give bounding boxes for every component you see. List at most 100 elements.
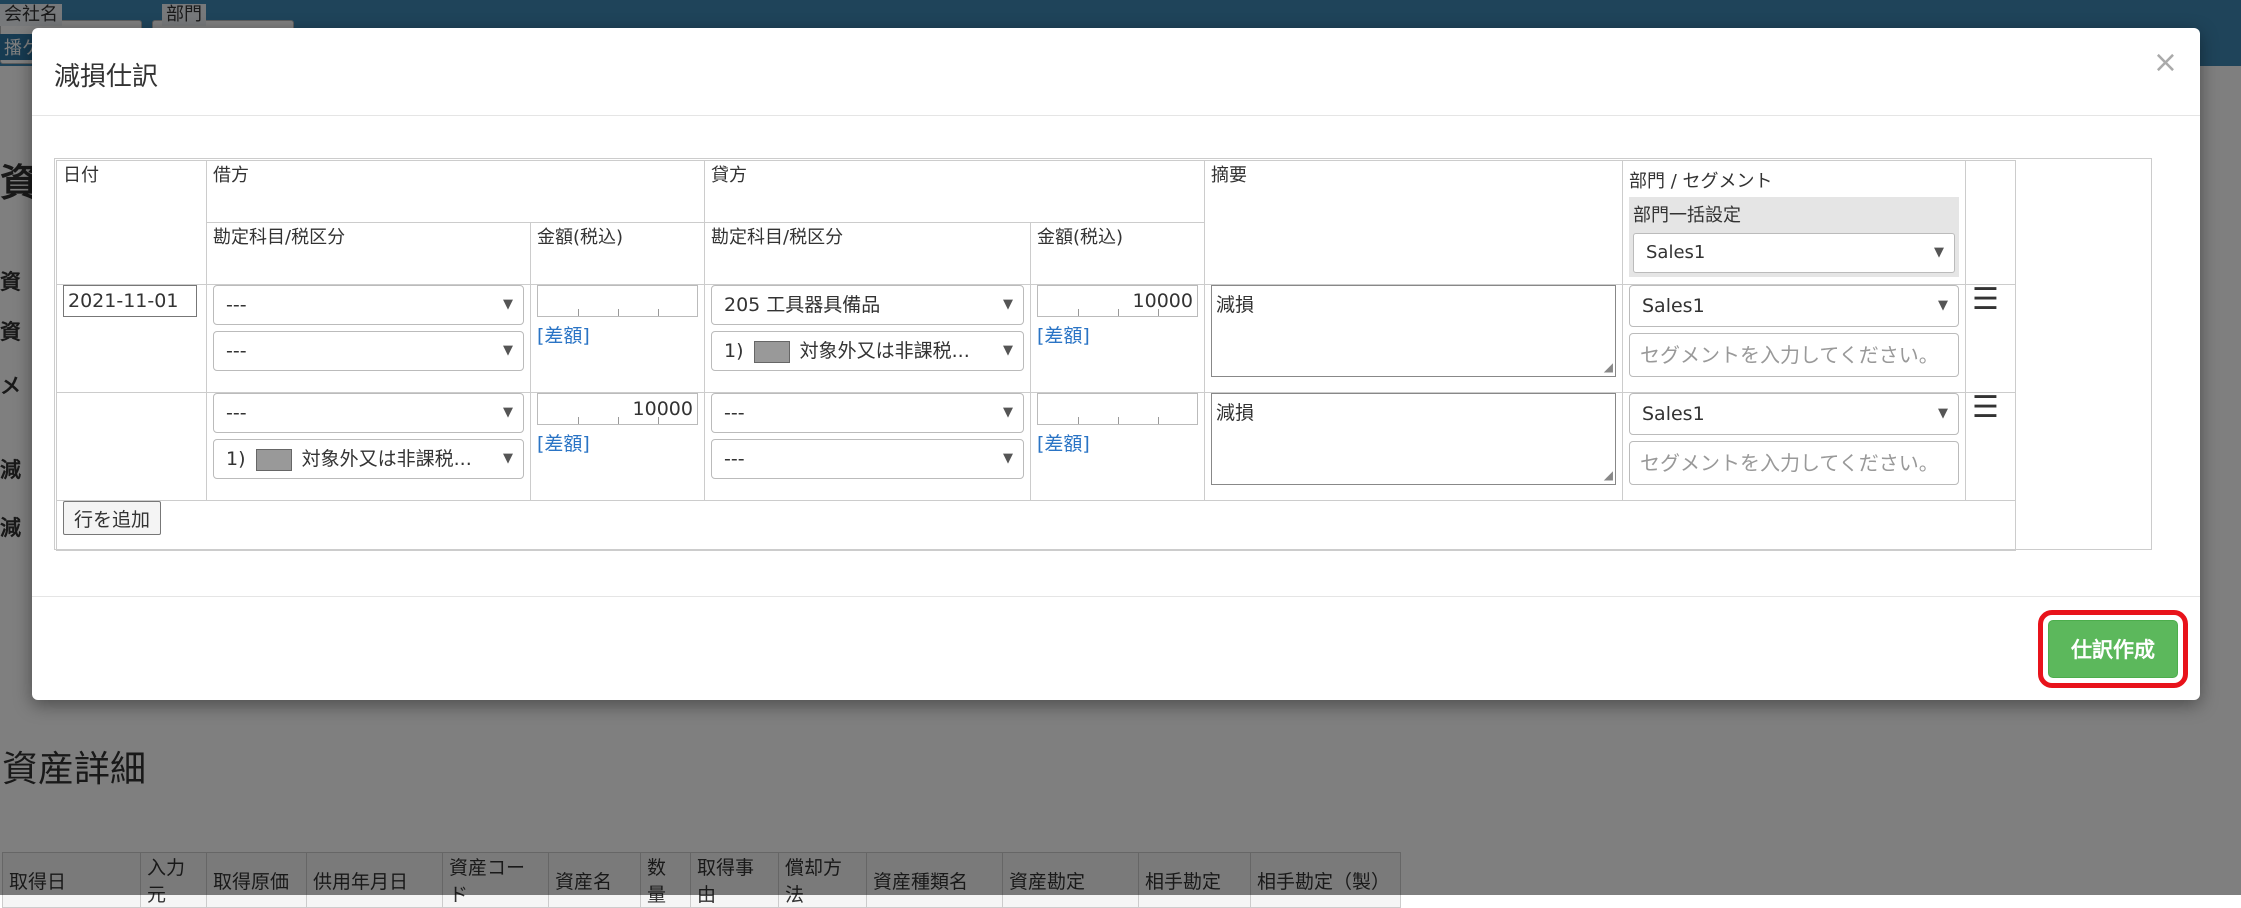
department-value: Sales1 <box>1642 295 1705 317</box>
debit-diff-link[interactable]: [差額] <box>537 321 698 348</box>
chevron-down-icon: ▼ <box>1003 451 1013 466</box>
credit-account-value: 205 工具器具備品 <box>724 294 881 316</box>
credit-account-cell: --- ▼ --- ▼ <box>704 392 1031 501</box>
create-journal-button[interactable]: 仕訳作成 <box>2048 620 2178 678</box>
chevron-down-icon: ▼ <box>1934 245 1944 260</box>
department-select[interactable]: Sales1 ▼ <box>1629 285 1959 327</box>
chevron-down-icon: ▼ <box>1003 343 1013 358</box>
credit-amount-cell: 10000 [差額] <box>1030 284 1205 393</box>
date-cell <box>56 392 207 501</box>
digit-tick <box>658 417 659 424</box>
credit-account-header: 勘定科目/税区分 <box>704 222 1031 285</box>
journal-table: 日付 借方 貸方 摘要 部門 / セグメント 部門一括設定 Sales1 ▼ 勘… <box>56 160 2016 551</box>
digit-tick <box>578 309 579 316</box>
memo-header: 摘要 <box>1204 160 1623 285</box>
dept-bulk-select[interactable]: Sales1 ▼ <box>1633 233 1955 273</box>
debit-amount-cell: 10000 [差額] <box>530 392 705 501</box>
segment-input[interactable]: セグメントを入力してください。 <box>1629 441 1959 485</box>
digit-tick <box>578 417 579 424</box>
memo-value: 減損 <box>1216 294 1255 316</box>
dept-segment-header: 部門 / セグメント 部門一括設定 Sales1 ▼ <box>1622 160 1966 285</box>
chevron-down-icon: ▼ <box>503 343 513 358</box>
digit-tick <box>1158 309 1159 316</box>
memo-textarea[interactable]: 減損 ◢ <box>1211 285 1616 377</box>
department-value: Sales1 <box>1642 403 1705 425</box>
credit-tax-select[interactable]: 1) 対象外又は非課税... ▼ <box>711 331 1024 371</box>
digit-tick <box>658 309 659 316</box>
debit-account-cell: --- ▼ 1) 対象外又は非課税... ▼ <box>206 392 531 501</box>
tax-badge-icon <box>753 340 790 363</box>
resize-grip-icon[interactable]: ◢ <box>1604 468 1613 482</box>
credit-account-value: --- <box>724 402 745 424</box>
debit-account-value: --- <box>226 402 247 424</box>
digit-tick <box>1118 417 1119 424</box>
dept-bulk-value: Sales1 <box>1646 242 1706 263</box>
memo-cell: 減損 ◢ <box>1204 284 1623 393</box>
debit-account-select[interactable]: --- ▼ <box>213 285 524 325</box>
chevron-down-icon: ▼ <box>1003 405 1013 420</box>
credit-amount-cell: [差額] <box>1030 392 1205 501</box>
dept-bulk-label: 部門一括設定 <box>1633 205 1741 226</box>
dept-bulk-setting: 部門一括設定 Sales1 ▼ <box>1629 197 1959 277</box>
memo-cell: 減損 ◢ <box>1204 392 1623 501</box>
journal-row: --- ▼ 1) 対象外又は非課税... ▼ 10000 [差額] --- ▼ … <box>56 392 2016 501</box>
chevron-down-icon: ▼ <box>1938 298 1948 313</box>
segment-input[interactable]: セグメントを入力してください。 <box>1629 333 1959 377</box>
memo-textarea[interactable]: 減損 ◢ <box>1211 393 1616 485</box>
row-menu-cell: ☰ <box>1965 284 2016 393</box>
credit-account-select[interactable]: --- ▼ <box>711 393 1024 433</box>
debit-account-header: 勘定科目/税区分 <box>206 222 531 285</box>
credit-tax-select[interactable]: --- ▼ <box>711 439 1024 479</box>
digit-tick <box>1158 417 1159 424</box>
close-icon[interactable]: × <box>2153 48 2178 78</box>
dept-segment-cell: Sales1 ▼ セグメントを入力してください。 <box>1622 284 1966 393</box>
hamburger-menu-icon[interactable]: ☰ <box>1972 285 2009 315</box>
date-cell: 2021-11-01 <box>56 284 207 393</box>
debit-amount-value: 10000 <box>632 398 693 420</box>
credit-amount-input[interactable] <box>1037 393 1198 425</box>
row-menu-cell: ☰ <box>1965 392 2016 501</box>
credit-account-cell: 205 工具器具備品 ▼ 1) 対象外又は非課税... ▼ <box>704 284 1031 393</box>
credit-tax-value: 対象外又は非課税... <box>799 340 970 362</box>
debit-tax-select[interactable]: --- ▼ <box>213 331 524 371</box>
credit-diff-link[interactable]: [差額] <box>1037 321 1198 348</box>
debit-diff-link[interactable]: [差額] <box>537 429 698 456</box>
menu-header <box>1965 160 2016 285</box>
debit-account-select[interactable]: --- ▼ <box>213 393 524 433</box>
debit-tax-select[interactable]: 1) 対象外又は非課税... ▼ <box>213 439 524 479</box>
digit-tick <box>618 309 619 316</box>
memo-value: 減損 <box>1216 402 1255 424</box>
debit-amount-input[interactable] <box>537 285 698 317</box>
digit-tick <box>1118 309 1119 316</box>
debit-amount-cell: [差額] <box>530 284 705 393</box>
date-header: 日付 <box>56 160 207 285</box>
debit-account-cell: --- ▼ --- ▼ <box>206 284 531 393</box>
credit-diff-link[interactable]: [差額] <box>1037 429 1198 456</box>
resize-grip-icon[interactable]: ◢ <box>1604 360 1613 374</box>
add-row-cell: 行を追加 <box>56 500 2016 551</box>
digit-tick <box>1078 417 1079 424</box>
department-select[interactable]: Sales1 ▼ <box>1629 393 1959 435</box>
modal-footer <box>32 596 2200 700</box>
chevron-down-icon: ▼ <box>503 297 513 312</box>
debit-amount-input[interactable]: 10000 <box>537 393 698 425</box>
impairment-journal-modal: 減損仕訳 × 日付 借方 貸方 摘要 部門 / セグメント 部門一括設定 Sal… <box>32 28 2200 700</box>
add-row-button[interactable]: 行を追加 <box>63 501 162 535</box>
dept-segment-cell: Sales1 ▼ セグメントを入力してください。 <box>1622 392 1966 501</box>
debit-header: 借方 <box>206 160 705 223</box>
credit-account-select[interactable]: 205 工具器具備品 ▼ <box>711 285 1024 325</box>
debit-amount-header: 金額(税込) <box>530 222 705 285</box>
digit-tick <box>1078 309 1079 316</box>
hamburger-menu-icon[interactable]: ☰ <box>1972 393 2009 423</box>
credit-header: 貸方 <box>704 160 1205 223</box>
debit-account-value: --- <box>226 294 247 316</box>
journal-row: 2021-11-01 --- ▼ --- ▼ [差額] 205 工具器具備品 ▼… <box>56 284 2016 393</box>
tax-badge-icon <box>255 448 292 471</box>
dept-segment-label: 部門 / セグメント <box>1629 171 1773 192</box>
chevron-down-icon: ▼ <box>1938 406 1948 421</box>
credit-tax-prefix: 1) <box>724 340 744 362</box>
date-input[interactable]: 2021-11-01 <box>63 285 197 317</box>
credit-amount-input[interactable]: 10000 <box>1037 285 1198 317</box>
debit-tax-value: 対象外又は非課税... <box>301 448 472 470</box>
debit-tax-prefix: 1) <box>226 448 246 470</box>
